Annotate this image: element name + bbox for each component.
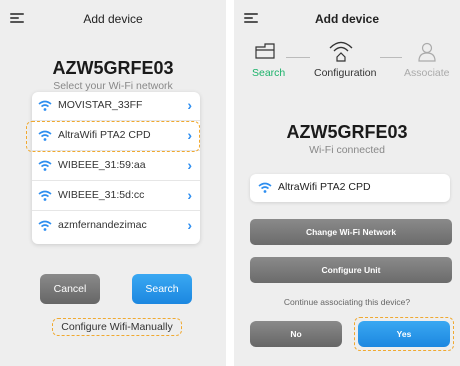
wifi-icon <box>38 220 52 231</box>
device-name: AZW5GRFE03 <box>52 58 174 78</box>
page-title: Add device <box>314 12 380 26</box>
box-icon <box>255 43 275 59</box>
network-item[interactable]: MOVISTAR_33FF › <box>32 92 200 121</box>
associate-question: Continue associating this device? <box>283 297 411 307</box>
cancel-button[interactable]: Cancel <box>40 274 100 304</box>
selection-highlight <box>26 121 200 152</box>
step-connector <box>286 57 310 58</box>
wifi-router-icon <box>329 41 353 62</box>
yes-highlight <box>354 317 454 351</box>
network-list: MOVISTAR_33FF › AltraWifi PTA2 CPD › WIB… <box>32 92 200 244</box>
network-prompt: Select your Wi-Fi network <box>53 80 173 92</box>
connected-network: AltraWifi PTA2 CPD <box>250 174 450 202</box>
wifi-icon <box>258 182 272 193</box>
wifi-icon <box>38 100 52 111</box>
progress-steps: Search Configuration Associate <box>234 41 460 82</box>
step-search: Search <box>252 67 286 79</box>
configure-unit-button[interactable]: Configure Unit <box>250 257 452 283</box>
network-item[interactable]: azmfernandezimac › <box>32 212 200 241</box>
no-button[interactable]: No <box>250 321 342 347</box>
network-name: WIBEEE_31:5d:cc <box>58 189 145 201</box>
configuration-screen: Add device Search Configuration Associat… <box>234 0 460 366</box>
network-item[interactable]: WIBEEE_31:59:aa › <box>32 152 200 181</box>
step-associate: Associate <box>404 67 450 79</box>
chevron-right-icon: › <box>187 187 192 203</box>
network-name: WIBEEE_31:59:aa <box>58 159 146 171</box>
network-name: AltraWifi PTA2 CPD <box>278 181 371 193</box>
page-title: Add device <box>83 12 143 26</box>
chevron-right-icon: › <box>187 97 192 113</box>
user-icon <box>418 42 436 62</box>
configure-wifi-manually-link[interactable]: Configure Wifi-Manually <box>52 318 182 336</box>
network-name: MOVISTAR_33FF <box>58 99 143 111</box>
step-connector <box>380 57 402 58</box>
change-wifi-button[interactable]: Change Wi-Fi Network <box>250 219 452 245</box>
step-configuration: Configuration <box>314 67 377 79</box>
network-item[interactable]: WIBEEE_31:5d:cc › <box>32 182 200 211</box>
device-name: AZW5GRFE03 <box>286 122 408 142</box>
chevron-right-icon: › <box>187 217 192 233</box>
wifi-icon <box>38 190 52 201</box>
chevron-right-icon: › <box>187 157 192 173</box>
network-select-screen: Add device AZW5GRFE03 Select your Wi-Fi … <box>0 0 226 366</box>
connection-status: Wi-Fi connected <box>309 144 385 156</box>
wifi-icon <box>38 160 52 171</box>
search-button[interactable]: Search <box>132 274 192 304</box>
network-name: azmfernandezimac <box>58 219 147 231</box>
